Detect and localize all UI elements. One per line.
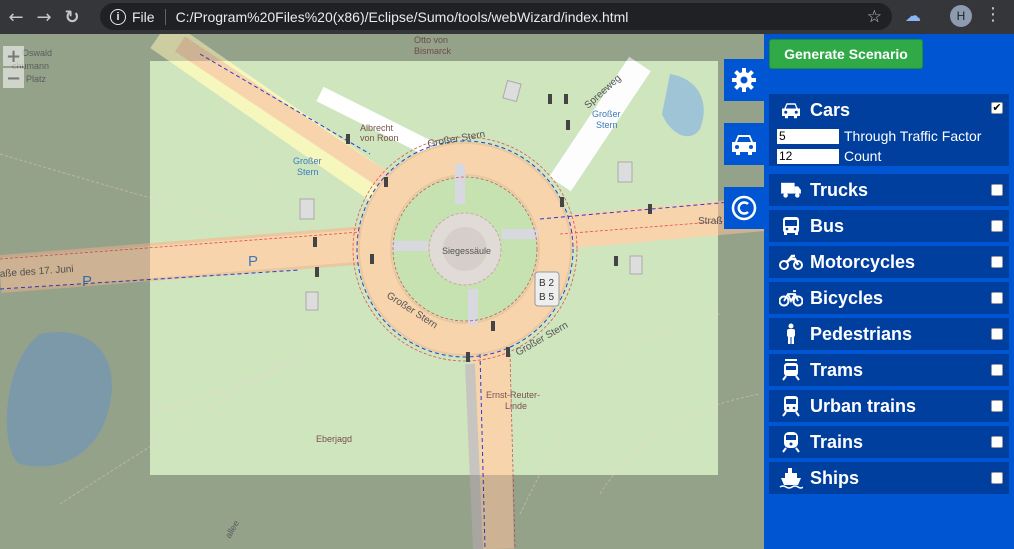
bus-icon	[777, 215, 805, 237]
bicycles-checkbox[interactable]	[991, 292, 1003, 304]
map-label-bus-right-1: Großer	[592, 109, 621, 119]
vehicle-trucks[interactable]: Trucks	[769, 174, 1009, 206]
vehicle-ships[interactable]: Ships	[769, 462, 1009, 494]
vehicle-label: Trams	[810, 359, 864, 380]
through-traffic-factor-input[interactable]: 5	[777, 128, 839, 144]
cars-checkbox[interactable]: ✔	[991, 102, 1003, 114]
zoom-in-button[interactable]: +	[3, 46, 24, 67]
menu-icon[interactable]: ⋮	[984, 4, 1002, 25]
map-label-bus-right-2: Stern	[596, 120, 618, 130]
file-label: File	[132, 8, 155, 25]
back-icon[interactable]: ←	[2, 3, 30, 31]
omnibox-divider	[164, 8, 166, 25]
scenario-panel: Generate Scenario Cars ✔ 5 Through Traff…	[724, 34, 1014, 549]
vehicle-label: Urban trains	[810, 395, 917, 416]
reload-icon[interactable]: ↻	[58, 3, 86, 31]
tab-settings[interactable]	[724, 59, 764, 101]
map-view[interactable]: Großer Stern Großer Stern Großer Stern S…	[0, 34, 764, 549]
gear-icon	[732, 68, 756, 92]
zoom-out-button[interactable]: −	[3, 68, 24, 89]
url-text[interactable]: C:/Program%20Files%20(x86)/Eclipse/Sumo/…	[176, 9, 867, 25]
map-label-parking: P	[248, 253, 258, 270]
vehicle-label: Trains	[810, 431, 864, 452]
vehicle-pedestrians[interactable]: Pedestrians	[769, 318, 1009, 350]
option-label: Through Traffic Factor	[844, 128, 982, 144]
cloud-extension-icon[interactable]: ☁	[905, 6, 925, 26]
option-label: Count	[844, 148, 882, 164]
train-icon	[777, 431, 805, 453]
vehicle-label: Motorcycles	[810, 251, 916, 272]
urban-trains-checkbox[interactable]	[991, 400, 1003, 412]
ship-icon	[777, 467, 805, 489]
map-label-siegessaeule: Siegessäule	[442, 246, 491, 256]
car-icon	[732, 135, 756, 155]
vehicle-label: Bicycles	[810, 287, 884, 308]
vehicle-motorcycles[interactable]: Motorcycles	[769, 246, 1009, 278]
truck-icon	[777, 179, 805, 201]
vehicle-label: Bus	[810, 215, 845, 236]
generate-scenario-button[interactable]: Generate Scenario	[769, 39, 923, 69]
motorcycle-icon	[777, 251, 805, 273]
vehicle-trains[interactable]: Trains	[769, 426, 1009, 458]
trains-checkbox[interactable]	[991, 436, 1003, 448]
map-label-eberjagd: Eberjagd	[316, 434, 352, 444]
map-label-b2: B 2	[539, 278, 554, 289]
vehicle-cars: Cars ✔ 5 Through Traffic Factor 12 Count	[769, 94, 1009, 166]
option-count: 12 Count	[777, 146, 1009, 166]
info-icon[interactable]: i	[110, 8, 126, 25]
map-label-b5: B 5	[539, 292, 554, 303]
vehicle-label: Trucks	[810, 179, 869, 200]
avatar[interactable]: H	[950, 5, 972, 27]
map-label-bus-left-1: Großer	[293, 156, 322, 166]
count-input[interactable]: 12	[777, 148, 839, 164]
pedestrians-checkbox[interactable]	[991, 328, 1003, 340]
ships-checkbox[interactable]	[991, 472, 1003, 484]
car-icon	[777, 99, 805, 121]
copyright-icon	[731, 195, 757, 221]
vehicle-label: Cars	[810, 99, 851, 120]
bicycle-icon	[777, 287, 805, 309]
map-label-von-roon: von Roon	[360, 133, 399, 143]
vehicle-label: Pedestrians	[810, 323, 913, 344]
bookmark-star-icon[interactable]: ☆	[867, 7, 882, 27]
vehicle-label: Ships	[810, 467, 860, 488]
motorcycles-checkbox[interactable]	[991, 256, 1003, 268]
urban-train-icon	[777, 395, 805, 417]
pedestrian-icon	[777, 323, 805, 345]
address-bar[interactable]: i File C:/Program%20Files%20(x86)/Eclips…	[100, 3, 892, 30]
map-label-albrecht: Albrecht	[360, 123, 394, 133]
vehicle-bicycles[interactable]: Bicycles	[769, 282, 1009, 314]
vehicle-trams[interactable]: Trams	[769, 354, 1009, 386]
forward-icon[interactable]: →	[30, 3, 58, 31]
map-label-bus-left-2: Stern	[297, 167, 319, 177]
vehicle-cars-header[interactable]: Cars ✔	[769, 94, 1009, 126]
zoom-control: + −	[3, 46, 24, 90]
trams-checkbox[interactable]	[991, 364, 1003, 376]
map-label-ernst-reuter-1: Ernst-Reuter-	[486, 390, 540, 400]
trucks-checkbox[interactable]	[991, 184, 1003, 196]
vehicle-urban-trains[interactable]: Urban trains	[769, 390, 1009, 422]
bus-checkbox[interactable]	[991, 220, 1003, 232]
map-label-ernst-reuter-2: Linde	[505, 401, 527, 411]
tab-copyright[interactable]	[724, 187, 764, 229]
option-through-traffic: 5 Through Traffic Factor	[777, 126, 1009, 146]
tram-icon	[777, 359, 805, 381]
vehicle-bus[interactable]: Bus	[769, 210, 1009, 242]
tab-vehicles[interactable]	[724, 123, 764, 165]
